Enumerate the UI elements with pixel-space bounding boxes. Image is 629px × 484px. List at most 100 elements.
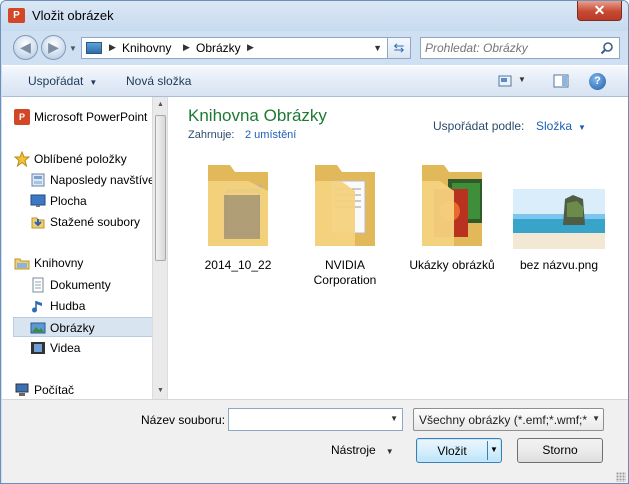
command-bar: Uspořádat ▼ Nová složka ▼ ?: [2, 65, 628, 97]
sidebar-item-libraries[interactable]: Knihovny: [14, 253, 154, 273]
documents-icon: [32, 277, 44, 293]
breadcrumb-pictures[interactable]: Obrázky: [196, 41, 241, 55]
sidebar-item-label: Hudba: [50, 299, 86, 313]
file-name: NVIDIA Corporation: [313, 258, 377, 287]
recent-locations-dropdown[interactable]: ▼: [69, 44, 77, 53]
file-item[interactable]: Ukázky obrázků: [402, 159, 502, 289]
scroll-up-arrow-icon[interactable]: ▲: [153, 97, 167, 113]
scroll-down-arrow-icon[interactable]: ▼: [153, 383, 167, 399]
dialog-body: P Microsoft PowerPoint Oblíbené položky …: [2, 97, 628, 399]
navigation-pane: P Microsoft PowerPoint Oblíbené položky …: [2, 97, 168, 399]
sidebar-item-label: Knihovny: [34, 256, 84, 270]
chevron-right-icon[interactable]: ▶: [247, 42, 254, 53]
sidebar-item-label: Počítač: [34, 383, 75, 397]
arrow-right-icon: ▶: [48, 39, 59, 55]
breadcrumb-libraries[interactable]: Knihovny: [122, 41, 171, 55]
cancel-button[interactable]: Storno: [517, 438, 603, 463]
file-type-select[interactable]: Všechny obrázky (*.emf;*.wmf;* ▼: [413, 408, 604, 431]
tools-menu[interactable]: Nástroje ▼: [331, 443, 394, 457]
refresh-button[interactable]: ⇆: [387, 37, 411, 59]
chevron-right-icon[interactable]: ▶: [183, 42, 190, 53]
search-input[interactable]: [425, 40, 595, 56]
recent-places-icon: [31, 173, 45, 187]
back-button[interactable]: ◀: [13, 35, 38, 60]
organize-label: Uspořádat: [28, 74, 84, 88]
refresh-icon: ⇆: [393, 40, 405, 55]
sidebar-item-label: Videa: [50, 341, 81, 355]
window-title: Vložit obrázek: [32, 8, 114, 23]
computer-icon: [15, 383, 29, 396]
sidebar-item-videos[interactable]: Videa: [30, 338, 154, 358]
desktop-icon: [30, 194, 46, 207]
organize-menu[interactable]: Uspořádat ▼: [28, 74, 97, 88]
address-row: ◀ ▶ ▼ ▶ Knihovny ▶ Obrázky ▶ ▼ ⇆: [1, 31, 628, 65]
view-options-dropdown[interactable]: ▼: [518, 75, 526, 84]
address-bar[interactable]: ▶ Knihovny ▶ Obrázky ▶ ▼: [81, 37, 411, 59]
close-button[interactable]: ✕: [577, 1, 622, 21]
sidebar-item-label: Dokumenty: [50, 278, 111, 292]
insert-options-dropdown[interactable]: ▼: [490, 445, 498, 454]
pictures-library-icon: [86, 42, 102, 54]
favorites-star-icon: [14, 151, 30, 167]
sidebar-item-desktop[interactable]: Plocha: [30, 191, 154, 211]
folder-icon: [315, 165, 375, 246]
library-title: Knihovna Obrázky: [188, 106, 327, 125]
sidebar-item-label: Stažené soubory: [50, 215, 141, 229]
sidebar-item-label: Microsoft PowerPoint: [34, 110, 148, 124]
search-box[interactable]: [420, 37, 620, 59]
videos-icon: [31, 342, 45, 354]
address-history-dropdown[interactable]: ▼: [373, 43, 382, 53]
search-icon[interactable]: [600, 41, 614, 55]
arrange-by-dropdown[interactable]: Složka ▼: [536, 119, 586, 133]
sidebar-item-label: Oblíbené položky: [34, 152, 127, 166]
new-folder-button[interactable]: Nová složka: [126, 74, 191, 88]
sidebar-item-label: Naposledy navštívená místa: [50, 173, 168, 187]
arrange-by-value: Složka: [536, 119, 573, 133]
sidebar-item-recent-places[interactable]: Naposledy navštívená místa: [30, 170, 167, 190]
filename-input[interactable]: [232, 412, 382, 428]
sidebar-item-pictures[interactable]: Obrázky: [13, 317, 153, 337]
file-item[interactable]: bez názvu.png: [509, 159, 609, 289]
chevron-down-icon: ▼: [385, 447, 394, 456]
pictures-icon: [30, 322, 46, 334]
insert-label: Vložit: [437, 444, 467, 458]
chevron-down-icon[interactable]: ▼: [390, 414, 398, 423]
help-button[interactable]: ?: [589, 73, 606, 90]
file-item[interactable]: 2014_10_22: [188, 159, 288, 289]
arrange-by-label: Uspořádat podle:: [433, 119, 525, 133]
music-icon: [32, 301, 42, 313]
libraries-icon: [14, 258, 30, 270]
navigation-scrollbar[interactable]: ▲ ▼: [152, 97, 167, 399]
file-type-value: Všechny obrázky (*.emf;*.wmf;*: [419, 413, 588, 427]
file-name: bez názvu.png: [519, 258, 599, 272]
chevron-down-icon[interactable]: ▼: [592, 414, 600, 423]
file-name: 2014_10_22: [204, 258, 272, 272]
sidebar-item-label: Obrázky: [50, 321, 95, 335]
file-item[interactable]: NVIDIA Corporation: [295, 159, 395, 289]
tools-label: Nástroje: [331, 443, 376, 457]
sidebar-item-label: Plocha: [50, 194, 87, 208]
chevron-right-icon[interactable]: ▶: [109, 42, 116, 53]
filename-combobox[interactable]: ▼: [228, 408, 403, 431]
arrow-left-icon: ◀: [20, 39, 31, 55]
sidebar-item-powerpoint[interactable]: P Microsoft PowerPoint: [14, 107, 154, 127]
file-name: Ukázky obrázků: [409, 258, 495, 272]
includes-label: Zahrnuje:: [188, 129, 235, 141]
sidebar-item-music[interactable]: Hudba: [30, 296, 154, 316]
resize-grip[interactable]: [616, 472, 626, 482]
library-locations-link[interactable]: 2 umístění: [245, 129, 296, 141]
filename-label: Název souboru:: [141, 413, 226, 427]
image-thumbnail-icon: [513, 189, 605, 249]
powerpoint-app-icon: P: [8, 8, 25, 23]
sidebar-item-computer[interactable]: Počítač: [14, 380, 154, 399]
chevron-down-icon: ▼: [578, 123, 586, 132]
sidebar-item-favorites[interactable]: Oblíbené položky: [14, 149, 154, 169]
folder-icon: [422, 165, 482, 246]
scrollbar-thumb[interactable]: [155, 115, 166, 261]
change-view-icon[interactable]: [498, 73, 514, 89]
insert-button[interactable]: Vložit ▼: [416, 438, 502, 463]
forward-button[interactable]: ▶: [41, 35, 66, 60]
sidebar-item-downloads[interactable]: Stažené soubory: [30, 212, 154, 232]
preview-pane-icon[interactable]: [553, 73, 569, 89]
sidebar-item-documents[interactable]: Dokumenty: [30, 275, 154, 295]
